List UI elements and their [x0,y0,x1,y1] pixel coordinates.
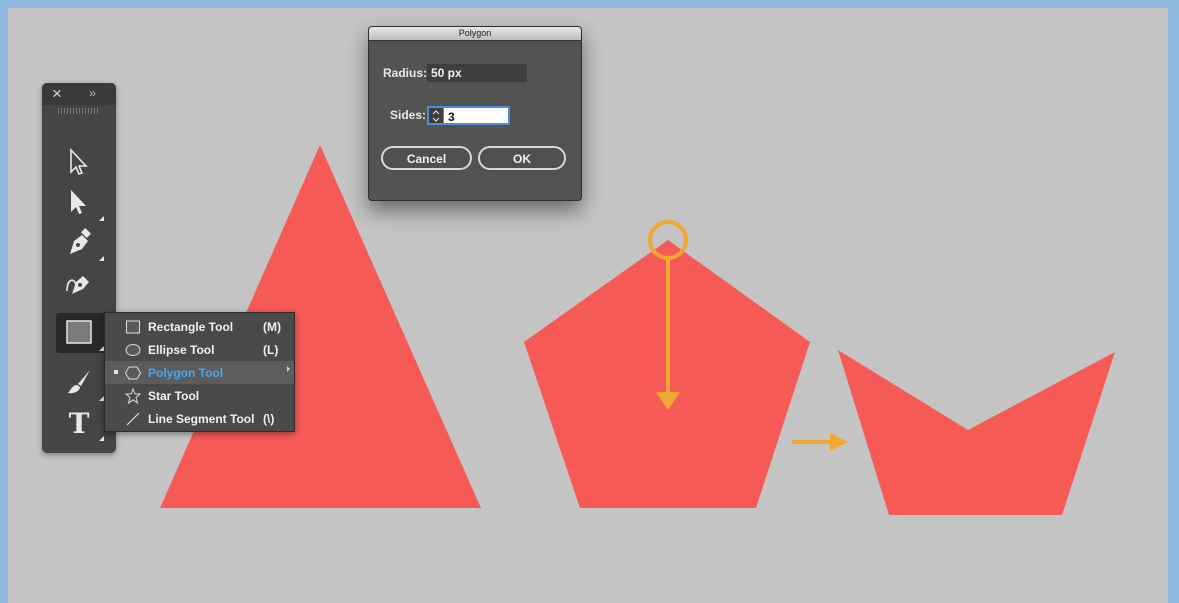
curvature-pen-icon [66,276,89,294]
sides-input[interactable]: 3 [444,106,510,125]
type-tool-button[interactable]: T [56,403,106,443]
menu-item-ellipse-tool[interactable]: Ellipse Tool (L) [105,338,294,361]
brush-icon [68,370,90,394]
menu-item-label: Ellipse Tool [148,343,215,357]
type-glyph: T [69,407,90,437]
sides-label: Sides: [390,108,427,122]
menu-item-shortcut: (L) [263,343,279,357]
tools-panel-header[interactable]: × ›› [42,83,116,105]
menu-item-shortcut: (\) [263,412,275,426]
tool-group-indicator [99,216,104,221]
ellipse-icon [125,344,141,356]
menu-item-label: Star Tool [148,389,200,403]
rectangle-tool-button[interactable] [56,313,106,353]
radius-input[interactable]: 50 px [427,64,527,82]
menu-item-line-segment-tool[interactable]: Line Segment Tool (\) [105,407,294,430]
pen-tool-button[interactable] [56,223,106,263]
selection-tool-button[interactable] [56,143,106,183]
ok-button[interactable]: OK [478,146,566,170]
submenu-arrow-icon [287,366,290,372]
dialog-title: Polygon [458,28,492,38]
expand-panel-icon[interactable]: ›› [89,86,96,100]
menu-item-polygon-tool[interactable]: Polygon Tool [105,361,294,384]
active-tool-bullet [114,370,118,374]
close-icon[interactable]: × [52,85,62,103]
curvature-tool-button[interactable] [56,263,106,303]
radius-label: Radius: [383,66,428,80]
modified-polygon-shape[interactable] [838,350,1115,515]
menu-item-label: Polygon Tool [148,366,224,380]
shape-tools-flyout-menu: Rectangle Tool (M) Ellipse Tool (L) Poly… [104,312,295,432]
artwork-layer [160,145,1115,515]
menu-item-rectangle-tool[interactable]: Rectangle Tool (M) [105,315,294,338]
direct-selection-tool-button[interactable] [56,183,106,223]
cancel-button[interactable]: Cancel [381,146,472,170]
arrow-outline-icon [70,147,88,175]
hexagon-icon [125,366,141,380]
arrow-filled-icon [71,190,86,214]
stepper-arrows-icon [432,110,440,122]
star-icon [125,388,141,404]
menu-item-label: Line Segment Tool [148,412,255,426]
menu-item-star-tool[interactable]: Star Tool [105,384,294,407]
pen-icon [70,228,91,254]
line-icon [126,412,140,426]
menu-item-label: Rectangle Tool [148,320,234,334]
type-icon: T [69,407,90,437]
tool-group-indicator [99,256,104,261]
dialog-titlebar[interactable]: Polygon [369,27,581,41]
paintbrush-tool-button[interactable] [56,363,106,403]
sides-stepper[interactable] [427,106,444,125]
panel-grip-handle[interactable] [58,108,98,114]
right-arrow-head [830,433,848,451]
rectangle-icon [126,320,140,334]
menu-item-shortcut: (M) [263,320,281,334]
tool-group-indicator [99,436,104,441]
rectangle-icon [66,320,92,344]
